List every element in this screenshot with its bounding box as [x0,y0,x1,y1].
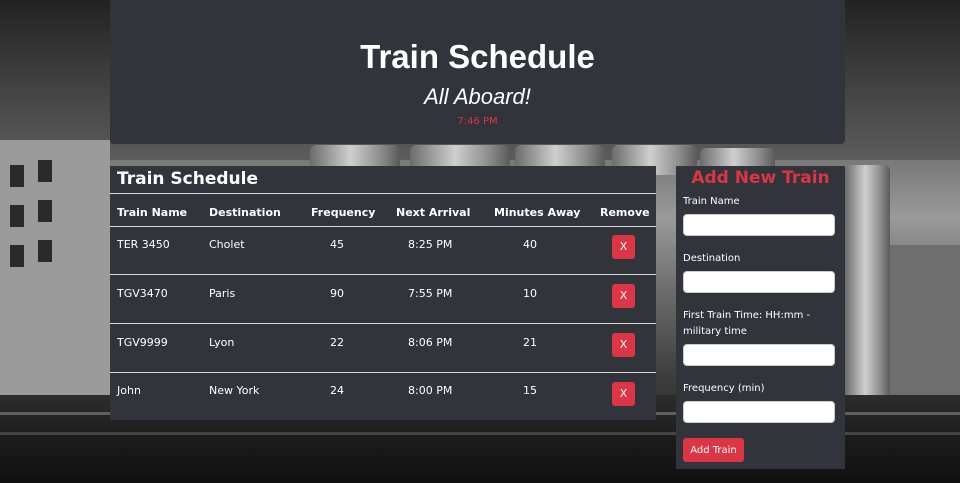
frequency-cell: 45 [330,238,344,251]
background-window [10,205,24,227]
destination-cell: Paris [209,287,236,300]
next-arrival-cell: 8:00 PM [408,384,453,397]
page-header: Train Schedule All Aboard! 7:46 PM [110,0,845,144]
destination-input[interactable] [683,271,835,293]
frequency-cell: 22 [330,336,344,349]
destination-cell: Cholet [209,238,245,251]
train-name-input[interactable] [683,214,835,236]
first-train-time-input[interactable] [683,344,835,366]
minutes-away-cell: 10 [523,287,537,300]
column-header-minutes-away: Minutes Away [494,206,581,219]
minutes-away-cell: 15 [523,384,537,397]
column-header-destination: Destination [209,206,281,219]
minutes-away-cell: 40 [523,238,537,251]
background-building [890,245,960,395]
column-header-next-arrival: Next Arrival [396,206,471,219]
divider [110,274,656,275]
frequency-input[interactable] [683,401,835,423]
remove-train-button[interactable]: X [612,284,635,308]
column-header-frequency: Frequency [311,206,376,219]
next-arrival-cell: 8:25 PM [408,238,453,251]
train-name-label: Train Name [683,196,740,207]
train-name-cell: TER 3450 [117,238,170,251]
schedule-panel: Train Schedule Train Name Destination Fr… [110,166,656,420]
train-name-cell: TGV9999 [117,336,168,349]
page-bottom-bar [0,476,960,483]
background-window [38,200,52,222]
train-name-cell: TGV3470 [117,287,168,300]
schedule-title: Train Schedule [117,169,259,189]
frequency-label: Frequency (min) [683,383,765,394]
background-silo [845,165,890,395]
destination-label: Destination [683,253,741,264]
minutes-away-cell: 21 [523,336,537,349]
page-title: Train Schedule [360,38,595,75]
train-name-cell: John [117,384,141,397]
next-arrival-cell: 7:55 PM [408,287,453,300]
divider [110,226,656,227]
destination-cell: New York [209,384,260,397]
add-train-form: Add New Train Train Name Destination Fir… [676,166,845,469]
divider [110,372,656,373]
frequency-cell: 24 [330,384,344,397]
remove-train-button[interactable]: X [612,235,635,259]
background-window [38,160,52,182]
current-time: 7:46 PM [457,116,498,127]
first-train-time-label: First Train Time: HH:mm - military time [683,310,811,337]
page-subtitle: All Aboard! [424,84,531,109]
next-arrival-cell: 8:06 PM [408,336,453,349]
frequency-cell: 90 [330,287,344,300]
divider [110,193,656,194]
background-window [10,245,24,267]
background-window [10,165,24,187]
destination-cell: Lyon [209,336,235,349]
column-header-train-name: Train Name [117,206,188,219]
column-header-remove: Remove [600,206,650,219]
remove-train-button[interactable]: X [612,333,635,357]
remove-train-button[interactable]: X [612,382,635,406]
background-window [38,240,52,262]
form-title: Add New Train [691,168,830,188]
add-train-button[interactable]: Add Train [683,438,744,462]
divider [110,323,656,324]
